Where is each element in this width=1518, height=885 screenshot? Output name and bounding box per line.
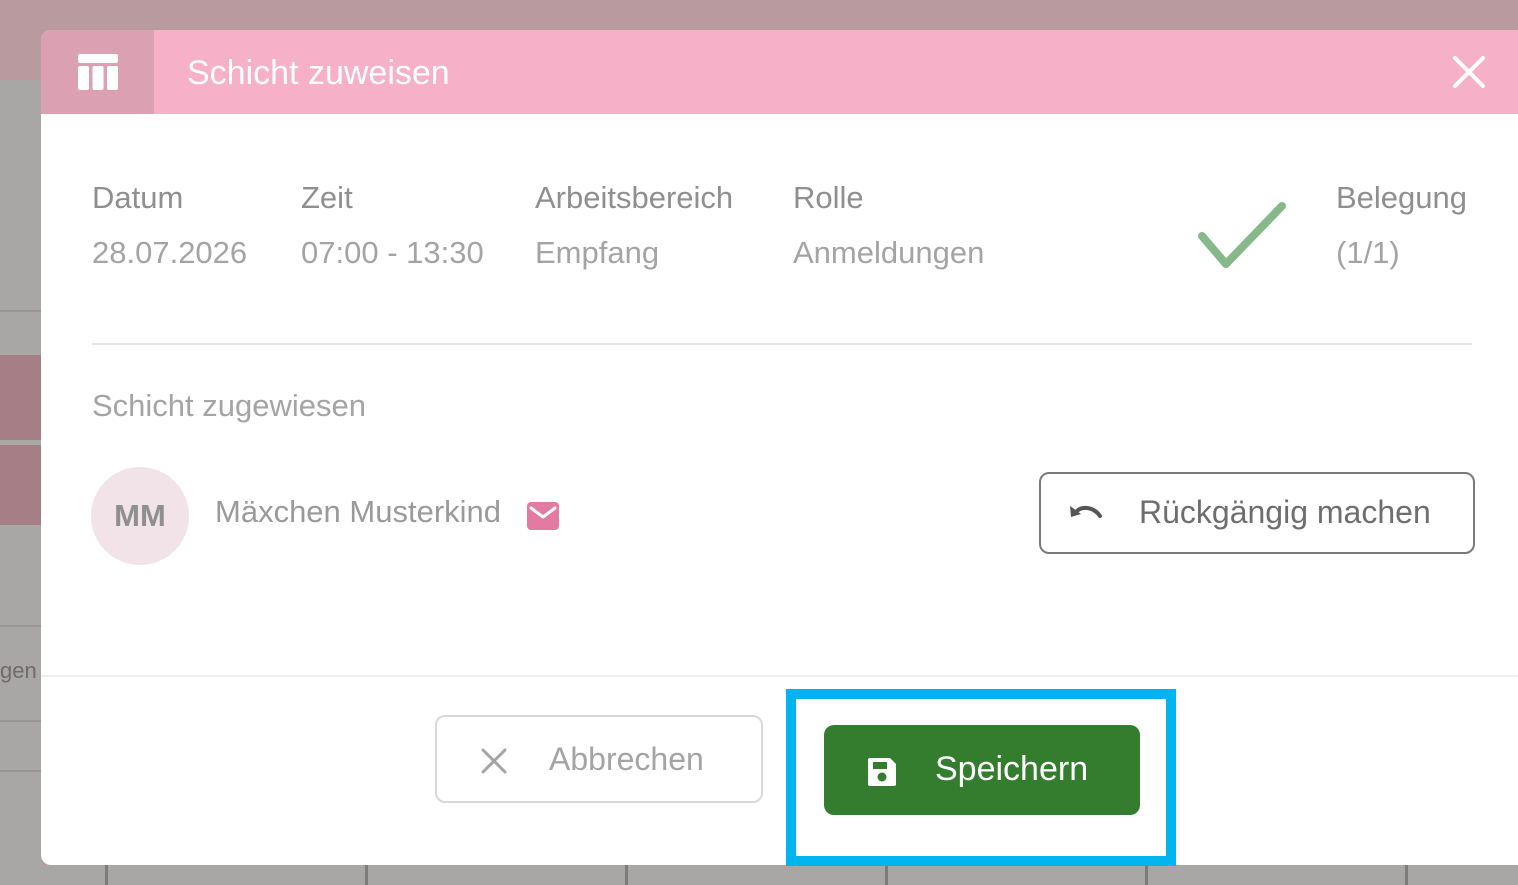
dialog-header: Schicht zuweisen xyxy=(41,30,1518,114)
floppy-disk-icon xyxy=(866,756,898,793)
cancel-button-label: Abbrechen xyxy=(549,741,704,777)
close-icon xyxy=(481,748,507,779)
cancel-button[interactable]: Abbrechen xyxy=(435,715,763,803)
date-label: Datum xyxy=(92,180,184,215)
area-label: Arbeitsbereich xyxy=(535,180,734,215)
role-label: Rolle xyxy=(793,180,864,215)
area-value: Empfang xyxy=(535,235,660,270)
date-value: 28.07.2026 xyxy=(92,235,248,270)
time-value: 07:00 - 13:30 xyxy=(301,235,484,270)
assigned-section-label: Schicht zugewiesen xyxy=(92,388,366,423)
undo-button[interactable]: Rückgängig machen xyxy=(1039,472,1475,554)
assigned-person-name: Mäxchen Musterkind xyxy=(215,494,502,529)
occupancy-label: Belegung xyxy=(1336,180,1468,215)
footer-divider xyxy=(41,675,1518,677)
undo-button-label: Rückgängig machen xyxy=(1139,494,1431,530)
save-button-label: Speichern xyxy=(935,750,1089,788)
background-text: gen xyxy=(0,658,37,683)
checkmark-icon xyxy=(1196,200,1288,277)
save-button[interactable]: Speichern xyxy=(824,725,1140,815)
background-calendar-strip xyxy=(0,865,1518,885)
dialog-title: Schicht zuweisen xyxy=(187,54,450,92)
occupancy-value: (1/1) xyxy=(1336,235,1400,270)
mail-icon[interactable] xyxy=(527,502,559,535)
divider xyxy=(92,343,1472,345)
role-value: Anmeldungen xyxy=(793,235,985,270)
calendar-table-icon xyxy=(41,30,154,114)
background-sidebar xyxy=(0,80,42,885)
assign-shift-dialog: Schicht zuweisen Datum 28.07.2026 Zeit 0… xyxy=(41,30,1518,865)
undo-icon xyxy=(1067,500,1105,533)
close-icon[interactable] xyxy=(1449,52,1489,92)
avatar: MM xyxy=(91,467,189,565)
time-label: Zeit xyxy=(301,180,353,215)
